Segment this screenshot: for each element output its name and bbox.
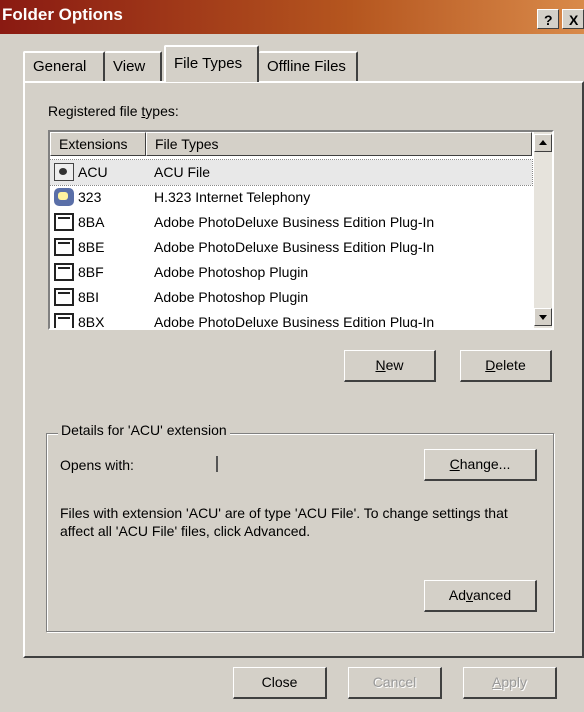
apply-button[interactable]: Apply xyxy=(463,667,557,699)
vertical-scrollbar[interactable] xyxy=(534,132,552,328)
list-rows: ACU ACU File 323 H.323 Internet Telephon… xyxy=(50,159,533,328)
scroll-up-icon[interactable] xyxy=(534,134,552,152)
list-item[interactable]: 8BF Adobe Photoshop Plugin xyxy=(50,260,532,285)
opens-with-label: Opens with: xyxy=(60,457,134,473)
title-bar[interactable]: Folder Options ? X xyxy=(0,0,584,34)
advanced-button[interactable]: Advanced xyxy=(424,580,537,612)
list-item[interactable]: 8BX Adobe PhotoDeluxe Business Edition P… xyxy=(50,310,532,328)
column-header-file-types[interactable]: File Types xyxy=(146,132,532,156)
document-icon xyxy=(54,163,74,181)
new-button[interactable]: New xyxy=(344,350,436,382)
file-types-list[interactable]: Extensions File Types ACU ACU File 323 H… xyxy=(48,130,554,330)
close-button[interactable]: Close xyxy=(233,667,327,699)
details-title: Details for 'ACU' extension xyxy=(58,422,230,438)
list-item[interactable]: 8BI Adobe Photoshop Plugin xyxy=(50,285,532,310)
tab-view[interactable]: View xyxy=(105,51,162,81)
folder-options-window: Folder Options ? X General View File Typ… xyxy=(0,0,584,712)
plugin-icon xyxy=(54,238,74,256)
list-item[interactable]: 323 H.323 Internet Telephony xyxy=(50,185,532,210)
plugin-icon xyxy=(54,213,74,231)
delete-button[interactable]: Delete xyxy=(460,350,552,382)
help-button[interactable]: ? xyxy=(537,9,559,29)
phone-icon xyxy=(54,188,74,206)
registered-file-types-label: Registered file types: xyxy=(48,103,179,119)
close-window-button[interactable]: X xyxy=(562,9,584,29)
details-description: Files with extension 'ACU' are of type '… xyxy=(60,505,508,539)
window-title: Folder Options xyxy=(2,5,123,24)
opens-with-value xyxy=(216,456,218,472)
plugin-icon xyxy=(54,288,74,306)
tab-file-types[interactable]: File Types xyxy=(164,45,259,82)
column-header-extensions[interactable]: Extensions xyxy=(50,132,146,156)
cancel-button[interactable]: Cancel xyxy=(348,667,442,699)
scroll-down-icon[interactable] xyxy=(534,308,552,326)
change-button[interactable]: Change... xyxy=(424,449,537,481)
tab-general[interactable]: General xyxy=(23,51,105,81)
list-item[interactable]: 8BA Adobe PhotoDeluxe Business Edition P… xyxy=(50,210,532,235)
plugin-icon xyxy=(54,313,74,328)
plugin-icon xyxy=(54,263,74,281)
tab-offline-files[interactable]: Offline Files xyxy=(259,51,358,81)
list-item[interactable]: ACU ACU File xyxy=(50,159,533,186)
list-item[interactable]: 8BE Adobe PhotoDeluxe Business Edition P… xyxy=(50,235,532,260)
